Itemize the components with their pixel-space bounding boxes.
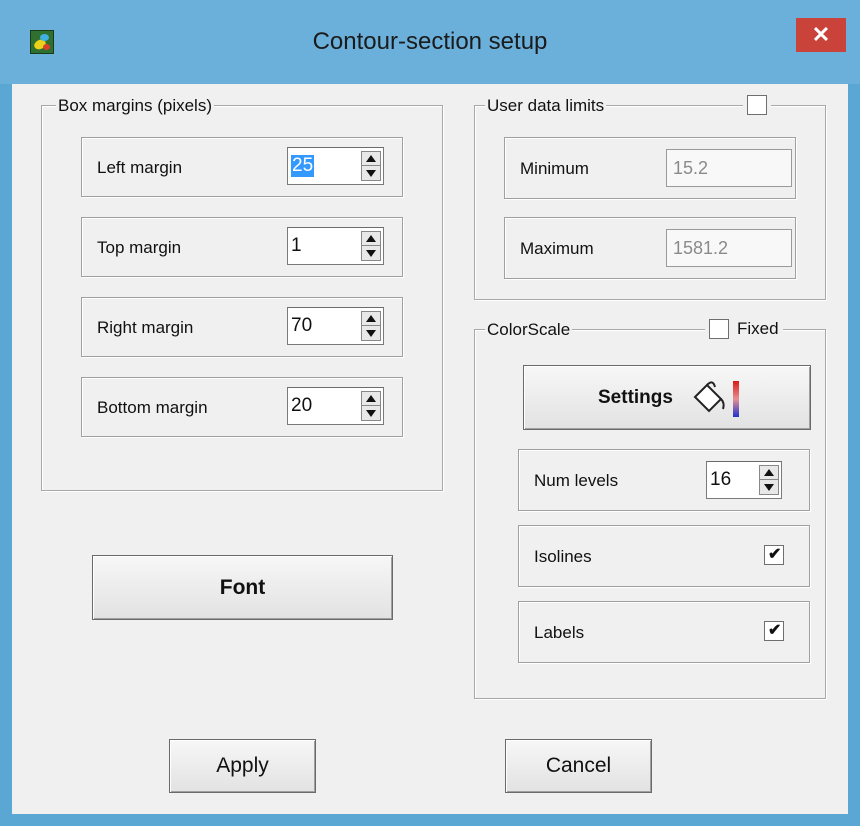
num-levels-row: Num levels 16 (518, 449, 810, 511)
bottom-margin-row: Bottom margin 20 (81, 377, 403, 437)
isolines-label: Isolines (534, 547, 592, 566)
window-title: Contour-section setup (312, 28, 548, 55)
settings-label: Settings (598, 387, 673, 408)
close-button[interactable]: ✕ (796, 18, 846, 52)
arrow-down-icon[interactable] (764, 484, 774, 491)
arrow-down-icon[interactable] (366, 330, 376, 337)
arrow-up-icon[interactable] (366, 155, 376, 162)
labels-label: Labels (534, 623, 585, 642)
left-margin-spin-buttons[interactable] (361, 151, 381, 181)
top-margin-value[interactable]: 1 (291, 235, 302, 257)
title-bar[interactable]: Contour-section setup ✕ (0, 0, 860, 84)
left-margin-spinner[interactable]: 25 (287, 147, 384, 185)
maximum-label: Maximum (520, 239, 594, 258)
checkmark-icon: ✔ (768, 622, 782, 639)
user-data-limits-legend: User data limits (485, 96, 607, 116)
minimum-row: Minimum 15.2 (504, 137, 796, 199)
checkmark-icon: ✔ (768, 546, 782, 563)
minimum-field: 15.2 (666, 149, 792, 187)
arrow-down-icon[interactable] (366, 410, 376, 417)
left-margin-label: Left margin (97, 158, 183, 177)
colorscale-group: ColorScale Fixed Settings Num levels 16 … (474, 319, 826, 699)
left-margin-value[interactable]: 25 (291, 155, 315, 177)
maximum-field: 1581.2 (666, 229, 792, 267)
apply-button-label: Apply (216, 754, 269, 777)
labels-row: Labels ✔ (518, 601, 810, 663)
right-margin-spinner[interactable]: 70 (287, 307, 384, 345)
settings-button[interactable]: Settings (523, 365, 811, 430)
cancel-button-label: Cancel (545, 754, 612, 777)
paint-bucket-icon (693, 381, 739, 417)
arrow-up-icon[interactable] (366, 235, 376, 242)
minimum-label: Minimum (520, 159, 589, 178)
isolines-row: Isolines ✔ (518, 525, 810, 587)
cancel-button[interactable]: Cancel (505, 739, 652, 793)
labels-checkbox[interactable]: ✔ (764, 621, 784, 641)
top-margin-spinner[interactable]: 1 (287, 227, 384, 265)
num-levels-label: Num levels (534, 471, 619, 490)
top-margin-spin-buttons[interactable] (361, 231, 381, 261)
right-margin-value[interactable]: 70 (291, 315, 312, 337)
bottom-margin-label: Bottom margin (97, 398, 208, 417)
arrow-up-icon[interactable] (366, 315, 376, 322)
num-levels-spinner[interactable]: 16 (706, 461, 782, 499)
top-margin-row: Top margin 1 (81, 217, 403, 277)
colorscale-legend: ColorScale (485, 320, 573, 340)
apply-button[interactable]: Apply (169, 739, 316, 793)
fixed-checkbox[interactable] (709, 319, 729, 339)
right-margin-spin-buttons[interactable] (361, 311, 381, 341)
font-button[interactable]: Font (92, 555, 393, 620)
fixed-label: Fixed (737, 319, 779, 338)
box-margins-legend: Box margins (pixels) (56, 96, 214, 116)
bottom-margin-value[interactable]: 20 (291, 395, 312, 417)
user-data-limits-group: User data limits Minimum 15.2 Maximum 15… (474, 95, 826, 300)
left-margin-row: Left margin 25 (81, 137, 403, 197)
maximum-row: Maximum 1581.2 (504, 217, 796, 279)
num-levels-value[interactable]: 16 (710, 469, 731, 491)
arrow-up-icon[interactable] (764, 469, 774, 476)
font-button-label: Font (219, 576, 266, 599)
top-margin-label: Top margin (97, 238, 182, 257)
dialog-client-area: Box margins (pixels) Left margin 25 Top … (12, 84, 848, 814)
num-levels-spin-buttons[interactable] (759, 465, 779, 495)
right-margin-label: Right margin (97, 318, 194, 337)
dialog-window: Contour-section setup ✕ Box margins (pix… (0, 0, 860, 826)
arrow-down-icon[interactable] (366, 170, 376, 177)
arrow-up-icon[interactable] (366, 395, 376, 402)
bottom-margin-spin-buttons[interactable] (361, 391, 381, 421)
minimum-value: 15.2 (673, 158, 709, 178)
arrow-down-icon[interactable] (366, 250, 376, 257)
isolines-checkbox[interactable]: ✔ (764, 545, 784, 565)
box-margins-group: Box margins (pixels) Left margin 25 Top … (41, 96, 443, 491)
right-margin-row: Right margin 70 (81, 297, 403, 357)
bottom-margin-spinner[interactable]: 20 (287, 387, 384, 425)
maximum-value: 1581.2 (673, 238, 729, 258)
user-data-limits-checkbox[interactable] (747, 95, 767, 115)
